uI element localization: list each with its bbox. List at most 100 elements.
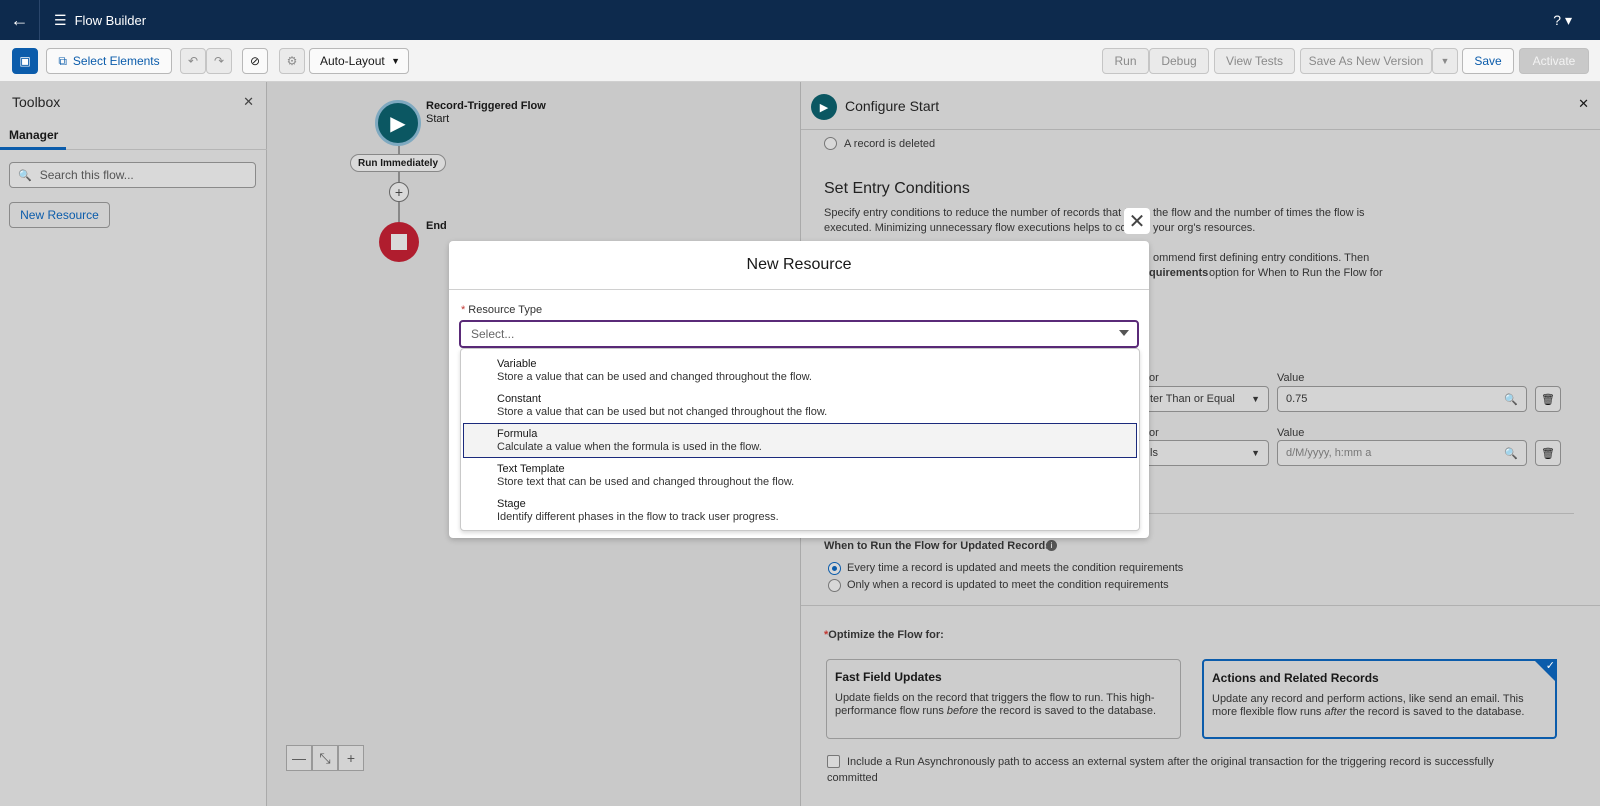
caret-down-icon: ▼	[1251, 448, 1260, 458]
end-node[interactable]	[379, 222, 419, 262]
layout-select[interactable]: Auto-Layout ▼	[309, 48, 409, 74]
play-icon: ▶	[811, 94, 837, 120]
search-input[interactable]: 🔍 Search this flow...	[9, 162, 256, 188]
entry-description-bold: quirements	[1149, 267, 1209, 279]
operator-select-2[interactable]: ls ▼	[1141, 440, 1269, 466]
resource-type-dropdown: Variable Store a value that can be used …	[460, 348, 1140, 531]
value-input-2[interactable]: d/M/yyyy, h:mm a 🔍	[1277, 440, 1527, 466]
operator-label: or	[1149, 427, 1159, 439]
zoom-out-button[interactable]: —	[286, 745, 312, 771]
ban-icon: ⊘	[249, 54, 261, 68]
errors-button[interactable]: ⊘	[242, 48, 268, 74]
redo-button[interactable]: ↷	[206, 48, 232, 74]
save-as-new-version-button[interactable]: Save As New Version	[1300, 48, 1432, 74]
option-stage[interactable]: Stage Identify different phases in the f…	[461, 493, 1139, 528]
activate-button[interactable]: Activate	[1519, 48, 1589, 74]
stop-icon	[391, 234, 407, 250]
close-icon[interactable]: ✕	[1578, 96, 1589, 112]
caret-down-icon: ▼	[1251, 394, 1260, 404]
panel-title: Configure Start	[845, 98, 940, 114]
debug-button[interactable]: Debug	[1149, 48, 1209, 74]
resource-type-label: * Resource Type	[461, 304, 543, 316]
app-title: Flow Builder	[74, 12, 147, 28]
settings-button[interactable]: ⚙	[279, 48, 305, 74]
redo-icon: ↷	[213, 54, 225, 68]
option-label: Only when a record is updated to meet th…	[847, 579, 1169, 591]
radio-only-when[interactable]	[828, 579, 841, 592]
undo-icon: ↶	[187, 54, 199, 68]
top-nav-bar: ← ☰ Flow Builder ? ▾	[0, 0, 1600, 40]
close-icon: ✕	[1128, 210, 1146, 233]
operator-select-1[interactable]: ter Than or Equal ▼	[1141, 386, 1269, 412]
option-variable[interactable]: Variable Store a value that can be used …	[461, 353, 1139, 388]
play-icon: ▶	[390, 112, 406, 135]
plus-icon: +	[394, 184, 404, 200]
value-label: Value	[1277, 427, 1305, 439]
search-icon: 🔍	[1504, 393, 1518, 406]
view-tests-button[interactable]: View Tests	[1214, 48, 1295, 74]
toolbox-title: Toolbox	[12, 94, 61, 110]
run-immediately-pill[interactable]: Run Immediately	[350, 154, 446, 172]
fit-view-button[interactable]: ⤡	[312, 745, 338, 771]
select-elements-button[interactable]: ⧉ Select Elements	[46, 48, 172, 74]
toggle-toolbox-button[interactable]: ▣	[12, 48, 38, 74]
toolbox-panel: Toolbox ✕ Manager 🔍 Search this flow... N…	[0, 82, 267, 806]
search-icon: 🔍	[18, 169, 32, 182]
option-label: A record is deleted	[844, 138, 936, 150]
plus-icon: +	[346, 750, 356, 766]
select-icon: ⧉	[58, 53, 67, 68]
panel-icon: ▣	[19, 54, 31, 68]
option-text-template[interactable]: Text Template Store text that can be use…	[461, 458, 1139, 493]
resource-type-select[interactable]: Select...	[459, 320, 1139, 348]
entry-description: Specify entry conditions to reduce the n…	[824, 207, 1131, 219]
add-element-button[interactable]: +	[389, 182, 409, 202]
help-menu-button[interactable]: ? ▾	[1553, 12, 1572, 29]
trash-icon: 🗑	[1541, 447, 1555, 460]
undo-button[interactable]: ↶	[180, 48, 206, 74]
delete-condition-button[interactable]: 🗑	[1535, 440, 1561, 466]
zoom-controls: — ⤡ +	[286, 745, 364, 771]
new-resource-button[interactable]: New Resource	[9, 202, 110, 228]
entry-description: executed. Minimizing unnecessary flow ex…	[824, 222, 1139, 234]
tab-manager[interactable]: Manager	[0, 118, 267, 150]
panel-header: ▶ Configure Start ✕	[801, 82, 1600, 130]
option-constant[interactable]: Constant Store a value that can be used …	[461, 388, 1139, 423]
radio-record-deleted[interactable]	[824, 137, 837, 150]
start-node[interactable]: ▶	[375, 100, 421, 146]
gear-icon: ⚙	[286, 54, 298, 68]
minus-icon: —	[292, 750, 306, 766]
card-actions-related-records[interactable]: ✓ Actions and Related Records Update any…	[1202, 659, 1557, 739]
start-node-subtitle: Start	[426, 113, 450, 125]
card-fast-field-updates[interactable]: Fast Field Updates Update fields on the …	[826, 659, 1181, 739]
flow-icon: ☰	[54, 11, 67, 28]
entry-description: the flow and the number of times the flo…	[1153, 207, 1365, 219]
start-node-title: Record-Triggered Flow	[426, 100, 546, 112]
new-resource-modal: New Resource * Resource Type Select... Va…	[449, 241, 1149, 538]
radio-every-time[interactable]	[828, 562, 841, 575]
end-node-label: End	[426, 220, 447, 232]
value-label: Value	[1277, 372, 1305, 384]
toolbar: ▣ ⧉ Select Elements ↶ ↷ ⊘ ⚙ Auto-Layout ▼ …	[0, 40, 1600, 82]
value-input-1[interactable]: 0.75 🔍	[1277, 386, 1527, 412]
option-formula[interactable]: Formula Calculate a value when the formu…	[463, 423, 1137, 458]
save-options-button[interactable]: ▼	[1432, 48, 1458, 74]
async-label: Include a Run Asynchronously path to acc…	[827, 756, 1494, 784]
option-label: Every time a record is updated and meets…	[847, 562, 1184, 574]
operator-label: or	[1149, 372, 1159, 384]
caret-down-icon: ▼	[391, 56, 400, 66]
back-arrow-icon[interactable]: ←	[0, 0, 40, 40]
modal-close-button[interactable]: ✕	[1124, 208, 1150, 234]
caret-down-icon: ▼	[1440, 56, 1450, 66]
optimize-title: *Optimize the Flow for:	[824, 629, 944, 641]
caret-down-icon	[1119, 330, 1129, 336]
search-icon: 🔍	[1504, 447, 1518, 460]
zoom-in-button[interactable]: +	[338, 745, 364, 771]
trash-icon: 🗑	[1541, 393, 1555, 406]
shrink-icon: ⤡	[319, 749, 331, 766]
section-title: Set Entry Conditions	[824, 180, 970, 197]
save-button[interactable]: Save	[1462, 48, 1514, 74]
delete-condition-button[interactable]: 🗑	[1535, 386, 1561, 412]
run-button[interactable]: Run	[1102, 48, 1149, 74]
modal-title: New Resource	[449, 241, 1149, 290]
close-icon[interactable]: ✕	[243, 94, 254, 110]
